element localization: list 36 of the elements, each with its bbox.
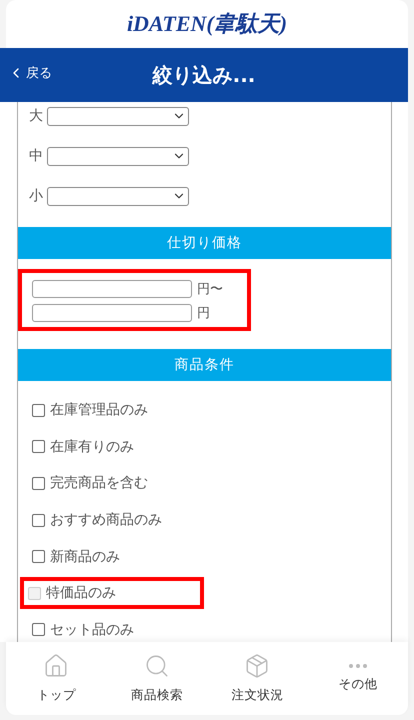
price-field[interactable] (32, 304, 192, 322)
checkbox-label: 特価品のみ (46, 584, 116, 602)
checkbox[interactable] (32, 476, 45, 490)
checkbox[interactable] (32, 550, 45, 564)
tab-bar-item[interactable]: その他 (308, 642, 408, 715)
category-select[interactable] (47, 106, 189, 126)
unit-label: 円〜 (197, 281, 223, 298)
more-icon (348, 664, 367, 668)
page-title: 絞り込み... (152, 62, 256, 88)
section-header: 仕切り価格 (18, 227, 391, 259)
checkbox-label: おすすめ商品のみ (50, 511, 162, 530)
category-label: 小 (29, 187, 43, 205)
checkbox[interactable] (32, 440, 45, 454)
tab-bar-item[interactable]: トップ (6, 642, 106, 715)
home-icon (43, 653, 70, 679)
search-icon (144, 653, 170, 679)
category-select[interactable] (47, 146, 189, 166)
checkbox-label: 在庫有りのみ (50, 438, 134, 456)
section-header: 商品条件 (18, 349, 391, 381)
box-icon (244, 653, 270, 679)
checkbox-label: セット品のみ (50, 620, 134, 639)
checkbox-label: 在庫管理品のみ (50, 401, 148, 420)
checkbox[interactable] (32, 514, 45, 527)
category-label: 大 (29, 107, 43, 125)
category-label: 中 (29, 147, 43, 165)
checkbox[interactable] (32, 623, 45, 636)
logo: iDATEN(韋駄天) (126, 10, 288, 38)
tab-bar-item[interactable]: 注文状況 (207, 642, 308, 715)
category-select[interactable] (47, 186, 189, 206)
checkbox-label: 新商品のみ (50, 548, 120, 566)
unit-label: 円 (197, 305, 210, 322)
price-field[interactable] (32, 280, 192, 298)
back-button[interactable]: 戻る (8, 64, 52, 82)
checkbox-label: 完売商品を含む (50, 474, 148, 492)
tab-bar-item[interactable]: 商品検索 (106, 642, 207, 715)
checkbox[interactable] (32, 404, 45, 417)
